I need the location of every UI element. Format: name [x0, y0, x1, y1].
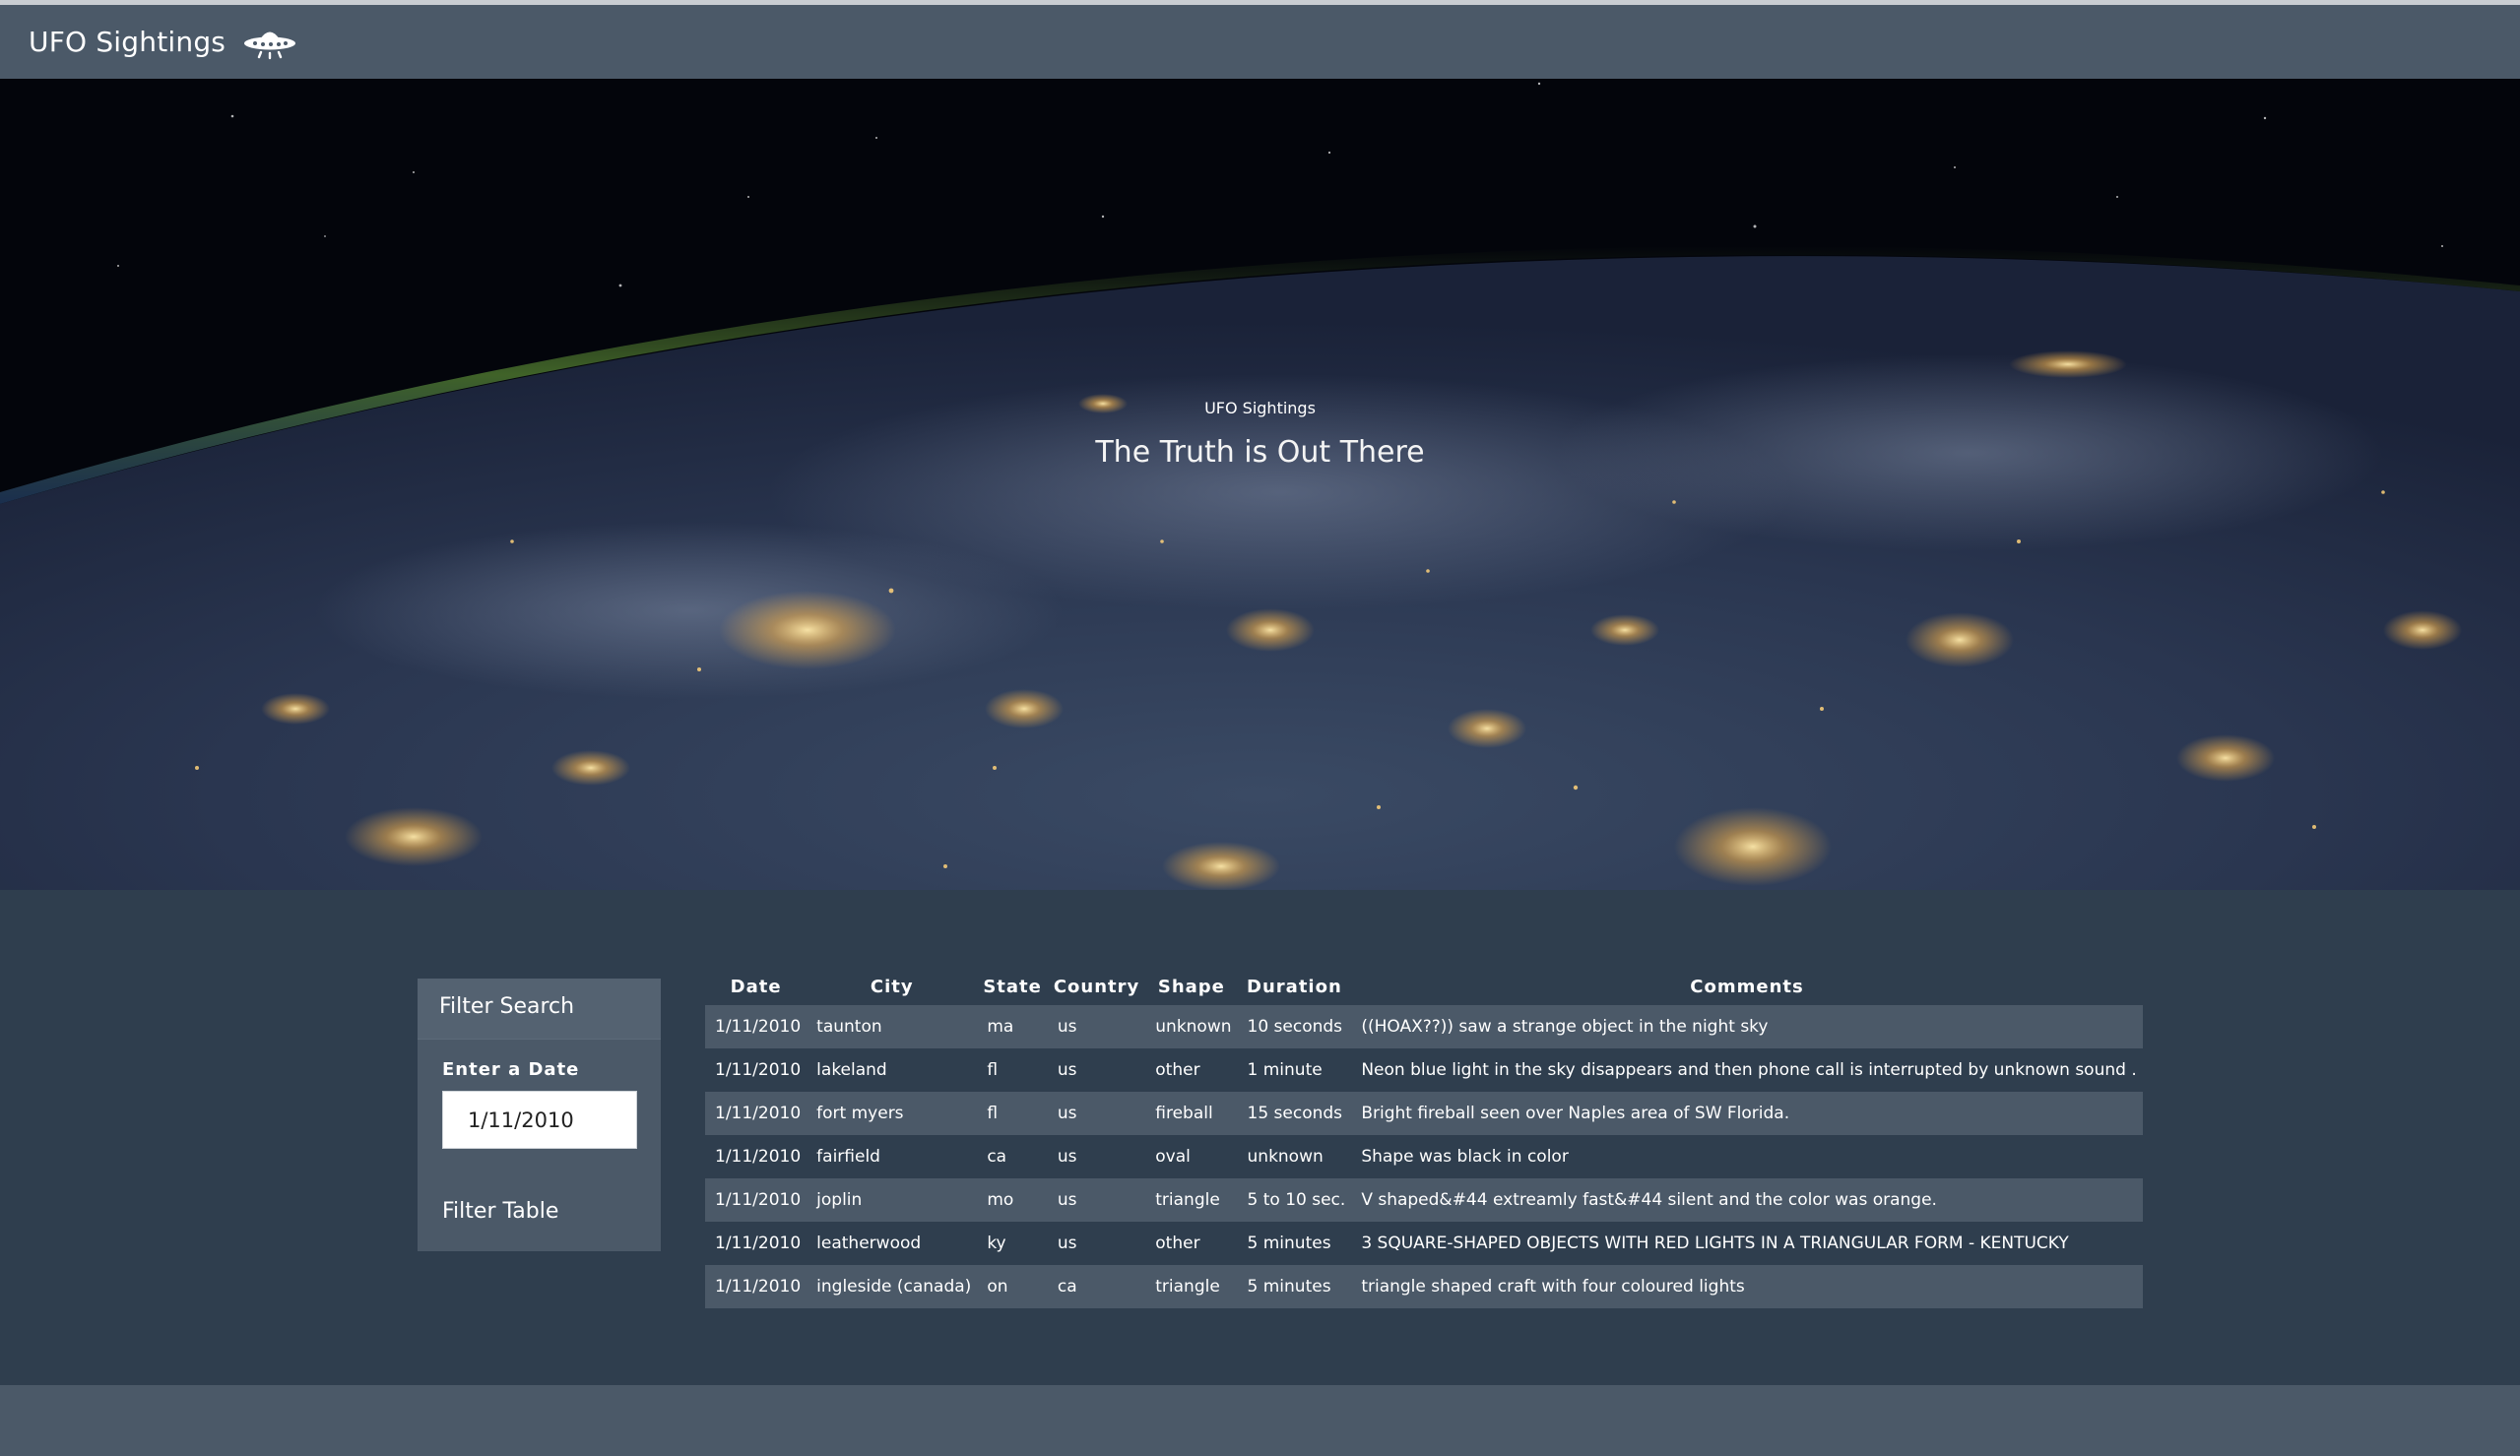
- cell-date: 1/11/2010: [715, 1060, 802, 1080]
- cell-comments: triangle shaped craft with four coloured…: [1351, 1265, 2143, 1308]
- column-header-shape[interactable]: Shape: [1145, 969, 1237, 1005]
- cell-country: us: [1057, 1060, 1077, 1080]
- cell-date: 1/11/2010: [705, 1178, 808, 1222]
- navbar: UFO Sightings: [0, 5, 2520, 79]
- cell-date: 1/11/2010: [715, 1147, 802, 1167]
- cell-date: 1/11/2010: [705, 1092, 808, 1135]
- cell-country: us: [1047, 1178, 1146, 1222]
- table-row: 1/11/2010 fort myers fl us fireball 15 s…: [705, 1092, 2143, 1135]
- cell-shape: other: [1155, 1060, 1200, 1080]
- column-header-duration[interactable]: Duration: [1238, 969, 1352, 1005]
- column-header-date[interactable]: Date: [705, 969, 807, 1005]
- cell-state: fl: [977, 1092, 1048, 1135]
- hero-subtitle: UFO Sightings: [1204, 399, 1316, 417]
- cell-state: on: [977, 1265, 1048, 1308]
- cell-date: 1/11/2010: [715, 1234, 802, 1253]
- cell-comments: Shape was black in color: [1361, 1147, 1569, 1167]
- column-header-city[interactable]: City: [807, 969, 977, 1005]
- cell-date: 1/11/2010: [705, 1265, 808, 1308]
- table-row: 1/11/2010 fairfield ca us oval unknown S…: [705, 1135, 2143, 1178]
- cell-duration: 5 minutes: [1247, 1234, 1331, 1253]
- table-row: 1/11/2010 joplin mo us triangle 5 to 10 …: [705, 1178, 2143, 1222]
- sightings-table: Date City State Country Shape Duration C…: [705, 969, 2143, 1308]
- table-row: 1/11/2010 lakeland fl us other 1 minute …: [705, 1048, 2143, 1092]
- cell-date: 1/11/2010: [705, 1005, 808, 1048]
- cell-city: leatherwood: [816, 1234, 922, 1253]
- cell-shape: other: [1155, 1234, 1200, 1253]
- brand-link[interactable]: UFO Sightings: [29, 23, 298, 62]
- cell-state: ma: [977, 1005, 1048, 1048]
- table-row: 1/11/2010 leatherwood ky us other 5 minu…: [705, 1222, 2143, 1265]
- cell-comments: Neon blue light in the sky disappears an…: [1361, 1060, 2137, 1080]
- cell-duration: 15 seconds: [1237, 1092, 1352, 1135]
- cell-country: us: [1047, 1092, 1146, 1135]
- cell-comments: ((HOAX??)) saw a strange object in the n…: [1351, 1005, 2143, 1048]
- cell-country: ca: [1047, 1265, 1146, 1308]
- cell-duration: 1 minute: [1247, 1060, 1323, 1080]
- cell-comments: Bright fireball seen over Naples area of…: [1351, 1092, 2143, 1135]
- cell-city: taunton: [807, 1005, 978, 1048]
- cell-duration: unknown: [1247, 1147, 1324, 1167]
- brand-title: UFO Sightings: [29, 26, 226, 58]
- filter-panel-heading: Filter Search: [418, 979, 661, 1040]
- cell-duration: 5 to 10 sec.: [1237, 1178, 1352, 1222]
- table-row: 1/11/2010 ingleside (canada) on ca trian…: [705, 1265, 2143, 1308]
- hero-title: The Truth is Out There: [1095, 435, 1425, 470]
- hero-banner: UFO Sightings The Truth is Out There: [0, 79, 2520, 890]
- cell-shape: fireball: [1145, 1092, 1238, 1135]
- cell-country: us: [1057, 1147, 1077, 1167]
- filter-table-button[interactable]: Filter Table: [442, 1199, 558, 1224]
- cell-city: ingleside (canada): [807, 1265, 978, 1308]
- table-header-row: Date City State Country Shape Duration C…: [705, 969, 2143, 1005]
- date-label: Enter a Date: [442, 1059, 580, 1080]
- cell-state: fl: [987, 1060, 999, 1080]
- cell-shape: unknown: [1145, 1005, 1238, 1048]
- cell-country: us: [1047, 1005, 1146, 1048]
- column-header-comments[interactable]: Comments: [1351, 969, 2142, 1005]
- cell-city: fort myers: [807, 1092, 978, 1135]
- cell-shape: triangle: [1145, 1178, 1238, 1222]
- table-row: 1/11/2010 taunton ma us unknown 10 secon…: [705, 1005, 2143, 1048]
- cell-city: lakeland: [816, 1060, 887, 1080]
- cell-state: ky: [987, 1234, 1006, 1253]
- cell-duration: 5 minutes: [1237, 1265, 1352, 1308]
- column-header-country[interactable]: Country: [1048, 969, 1145, 1005]
- earth-night-image: [0, 79, 2520, 890]
- filter-panel: Filter Search Enter a Date Filter Table: [418, 979, 661, 1251]
- cell-country: us: [1057, 1234, 1077, 1253]
- cell-city: fairfield: [816, 1147, 880, 1167]
- cell-shape: triangle: [1145, 1265, 1238, 1308]
- column-header-state[interactable]: State: [977, 969, 1048, 1005]
- footer: [0, 1385, 2520, 1456]
- cell-comments: 3 SQUARE-SHAPED OBJECTS WITH RED LIGHTS …: [1361, 1234, 2069, 1253]
- date-input[interactable]: [442, 1091, 637, 1149]
- cell-shape: oval: [1155, 1147, 1191, 1167]
- cell-comments: V shaped&#44 extreamly fast&#44 silent a…: [1351, 1178, 2143, 1222]
- cell-state: ca: [987, 1147, 1007, 1167]
- cell-state: mo: [977, 1178, 1048, 1222]
- cell-city: joplin: [807, 1178, 978, 1222]
- ufo-icon: [241, 23, 298, 62]
- cell-duration: 10 seconds: [1237, 1005, 1352, 1048]
